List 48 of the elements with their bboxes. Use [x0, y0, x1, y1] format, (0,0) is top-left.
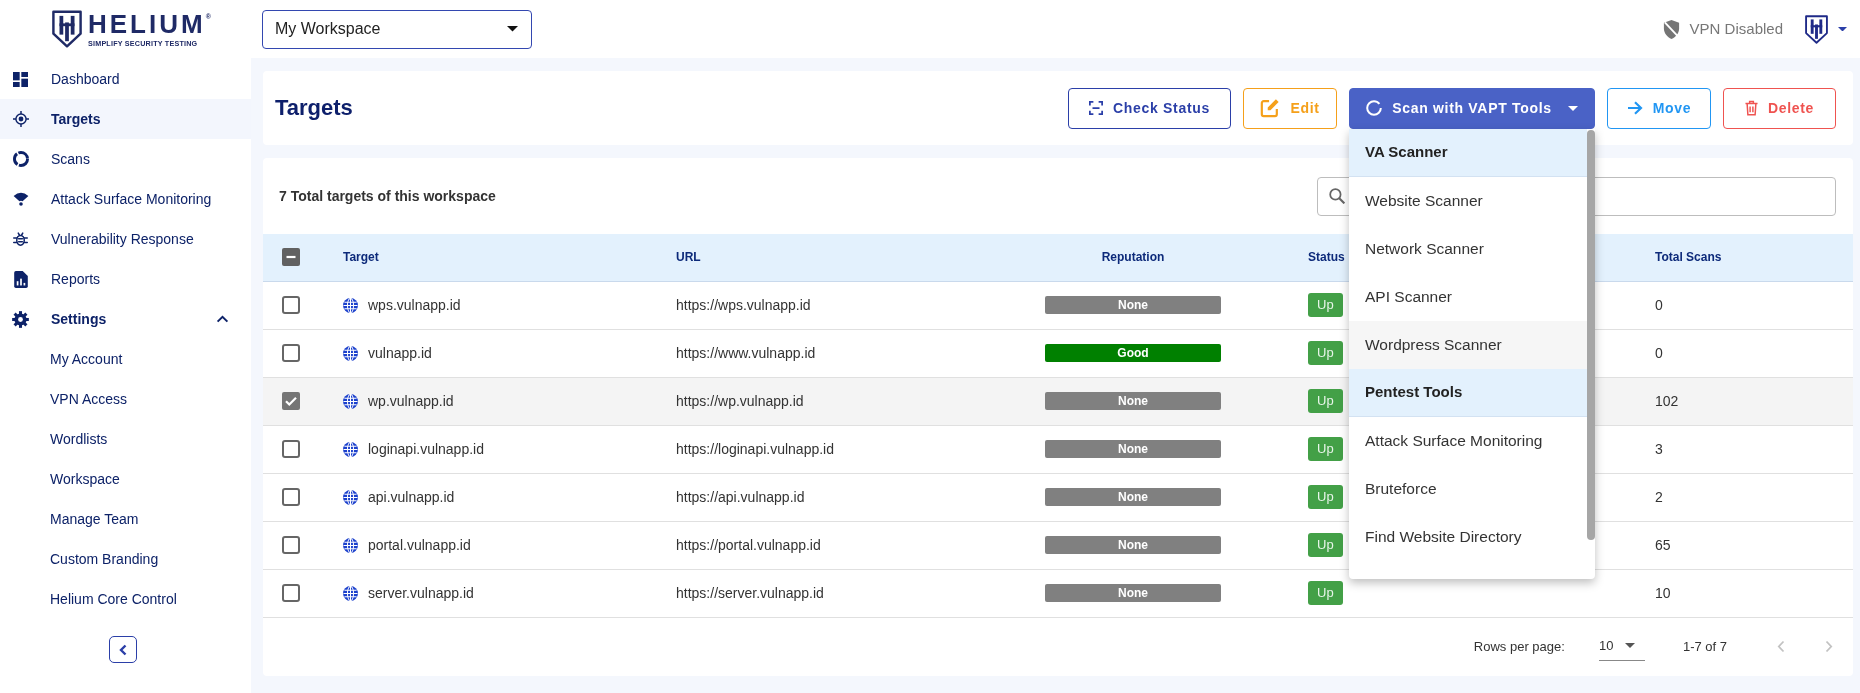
target-name: loginapi.vulnapp.id — [368, 439, 484, 459]
target-name: wps.vulnapp.id — [368, 295, 461, 315]
url-text: https://wps.vulnapp.id — [676, 296, 811, 313]
total-scans-count: 0 — [1655, 296, 1663, 313]
page-title: Targets — [275, 94, 353, 122]
status-badge: Up — [1308, 389, 1343, 413]
url-text: https://loginapi.vulnapp.id — [676, 440, 834, 457]
vpn-status: VPN Disabled — [1689, 18, 1783, 39]
rows-per-page-label: Rows per page: — [1473, 638, 1565, 656]
total-scans-count: 10 — [1655, 584, 1671, 601]
total-scans-count: 2 — [1655, 488, 1663, 505]
total-scans-count: 102 — [1655, 392, 1679, 409]
column-header: Total Scans — [1655, 250, 1722, 265]
column-header: Reputation — [1100, 249, 1166, 267]
column-header: Target — [343, 250, 379, 265]
status-badge: Up — [1308, 341, 1343, 365]
target-name: server.vulnapp.id — [368, 583, 474, 603]
url-text: https://api.vulnapp.id — [676, 488, 805, 505]
reputation-tag: None — [1045, 584, 1221, 602]
target-name: api.vulnapp.id — [368, 487, 455, 507]
status-badge: Up — [1308, 293, 1343, 317]
reputation-tag: None — [1045, 296, 1221, 314]
target-name: portal.vulnapp.id — [368, 535, 471, 555]
url-text: https://www.vulnapp.id — [676, 344, 816, 361]
total-scans-count: 3 — [1655, 440, 1663, 457]
reputation-tag: None — [1045, 392, 1221, 410]
target-name: wp.vulnapp.id — [368, 391, 454, 411]
target-name: vulnapp.id — [368, 343, 432, 363]
url-text: https://wp.vulnapp.id — [676, 392, 804, 409]
reputation-tag: None — [1045, 440, 1221, 458]
menu-group-heading: VA Scanner — [1349, 128, 1587, 177]
url-text: https://portal.vulnapp.id — [676, 536, 821, 553]
reputation-tag: Good — [1045, 344, 1221, 362]
status-badge: Up — [1308, 581, 1343, 605]
total-scans-count: 0 — [1655, 344, 1663, 361]
column-header: URL — [676, 250, 701, 265]
menu-group-heading: Pentest Tools — [1349, 368, 1587, 417]
reputation-tag: None — [1045, 488, 1221, 506]
reputation-tag: None — [1045, 536, 1221, 554]
status-badge: Up — [1308, 437, 1343, 461]
page-range: 1-7 of 7 — [1682, 638, 1727, 656]
status-badge: Up — [1308, 485, 1343, 509]
column-header: Status — [1308, 250, 1345, 265]
status-badge: Up — [1308, 533, 1343, 557]
url-text: https://server.vulnapp.id — [676, 584, 824, 601]
targets-summary: 7 Total targets of this workspace — [279, 186, 496, 206]
total-scans-count: 65 — [1655, 536, 1671, 553]
logo-wordmark: HELIUM$^{®}$ — [88, 10, 211, 37]
